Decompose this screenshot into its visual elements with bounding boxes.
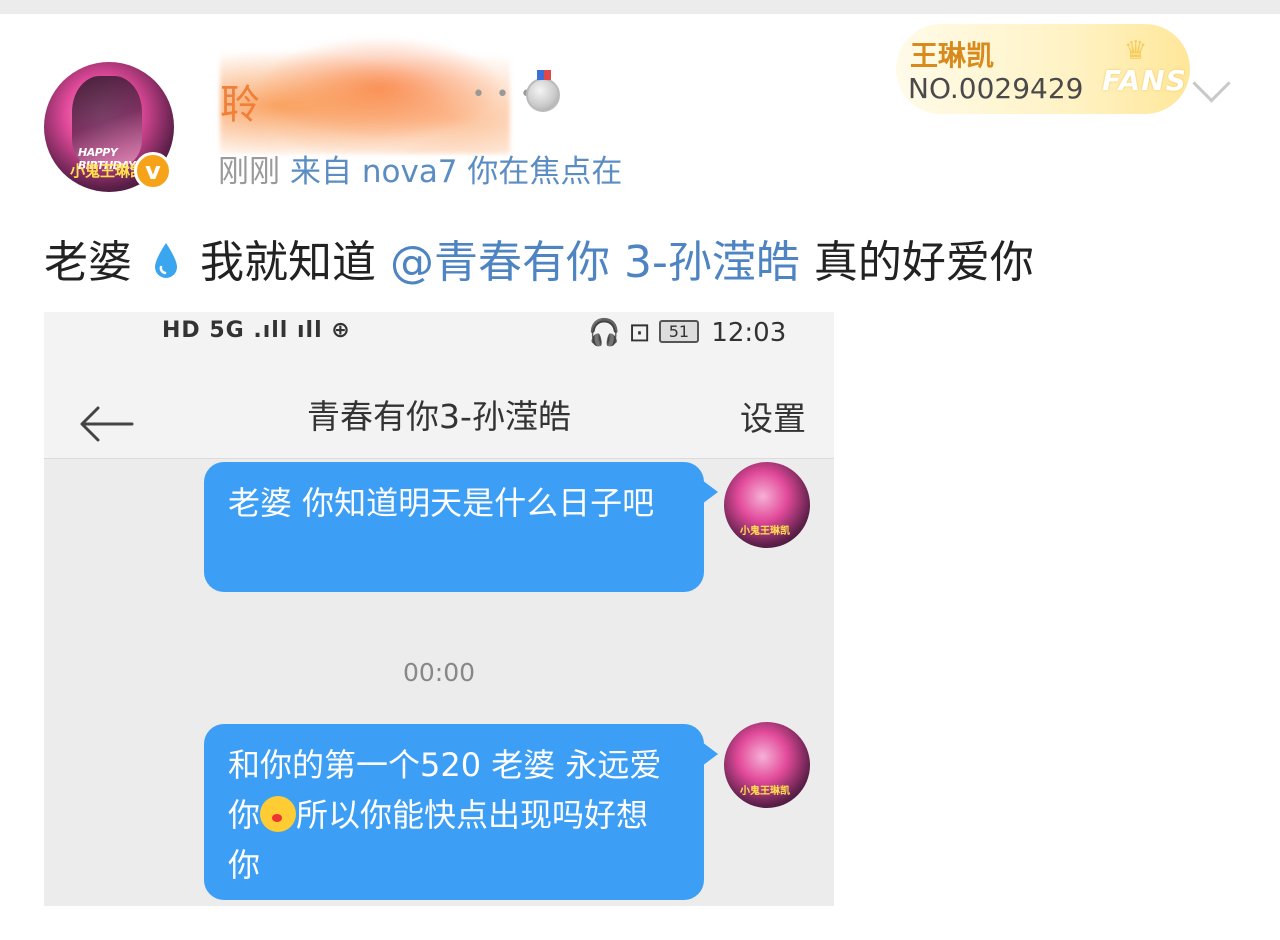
sender-avatar: 小鬼王琳凯	[724, 462, 810, 548]
fans-badge-number: NO.0029429	[908, 72, 1084, 105]
status-right: 🎧 ⊡ 51 12:03	[588, 318, 786, 348]
sender-avatar-caption: 小鬼王琳凯	[740, 786, 790, 797]
chat-title-bar: 青春有你3-孙滢皓 设置	[44, 354, 834, 459]
fans-badge-label: FANS	[1102, 64, 1187, 97]
settings-button[interactable]: 设置	[740, 392, 806, 440]
battery-icon: 51	[658, 320, 700, 343]
post-source[interactable]: 来自 nova7 你在焦点在	[290, 154, 622, 190]
top-divider	[0, 0, 1280, 14]
chat-title: 青春有你3-孙滢皓	[307, 397, 571, 436]
redacted-username-scribble	[220, 34, 510, 154]
post-time: 刚刚	[218, 154, 280, 190]
chevron-down-icon[interactable]	[1192, 64, 1231, 103]
medal-icon	[526, 70, 560, 112]
headset-icon: 🎧 ⊡	[588, 318, 651, 348]
crown-icon: ♛	[1124, 36, 1148, 66]
post-text-part1: 老婆	[44, 237, 132, 288]
attached-image[interactable]: HD 5G .ıll ıll ⊕ 🎧 ⊡ 51 12:03 青春有你3-孙滢皓 …	[44, 312, 834, 906]
sender-avatar: 小鬼王琳凯	[724, 722, 810, 808]
mention-link[interactable]: @青春有你 3-孙滢皓	[390, 237, 800, 288]
message-bubble: 和你的第一个520 老婆 永远爱你 所以你能快点出现吗好想你	[204, 724, 718, 900]
status-time: 12:03	[711, 318, 787, 348]
message-text: 老婆 你知道明天是什么日子吧	[228, 484, 655, 522]
droplet-icon	[155, 243, 177, 278]
post-text-part2: 我就知道	[200, 237, 376, 288]
message-timestamp: 00:00	[402, 658, 476, 687]
phone-status-bar: HD 5G .ıll ıll ⊕ 🎧 ⊡ 51 12:03	[44, 312, 834, 354]
username[interactable]: 聆	[220, 72, 260, 130]
fans-badge-name: 王琳凯	[910, 39, 995, 72]
post-text: 老婆 我就知道 @青春有你 3-孙滢皓 真的好爱你	[44, 226, 1034, 290]
message-bubble: 老婆 你知道明天是什么日子吧	[204, 462, 718, 592]
signal-indicators: HD 5G .ıll ıll ⊕	[162, 318, 351, 343]
sender-avatar-caption: 小鬼王琳凯	[740, 526, 790, 537]
post-meta: 刚刚 来自 nova7 你在焦点在	[218, 146, 622, 191]
kiss-emoji-icon	[260, 796, 297, 832]
verified-icon: v	[134, 152, 172, 190]
post-text-part3: 真的好爱你	[813, 237, 1034, 288]
